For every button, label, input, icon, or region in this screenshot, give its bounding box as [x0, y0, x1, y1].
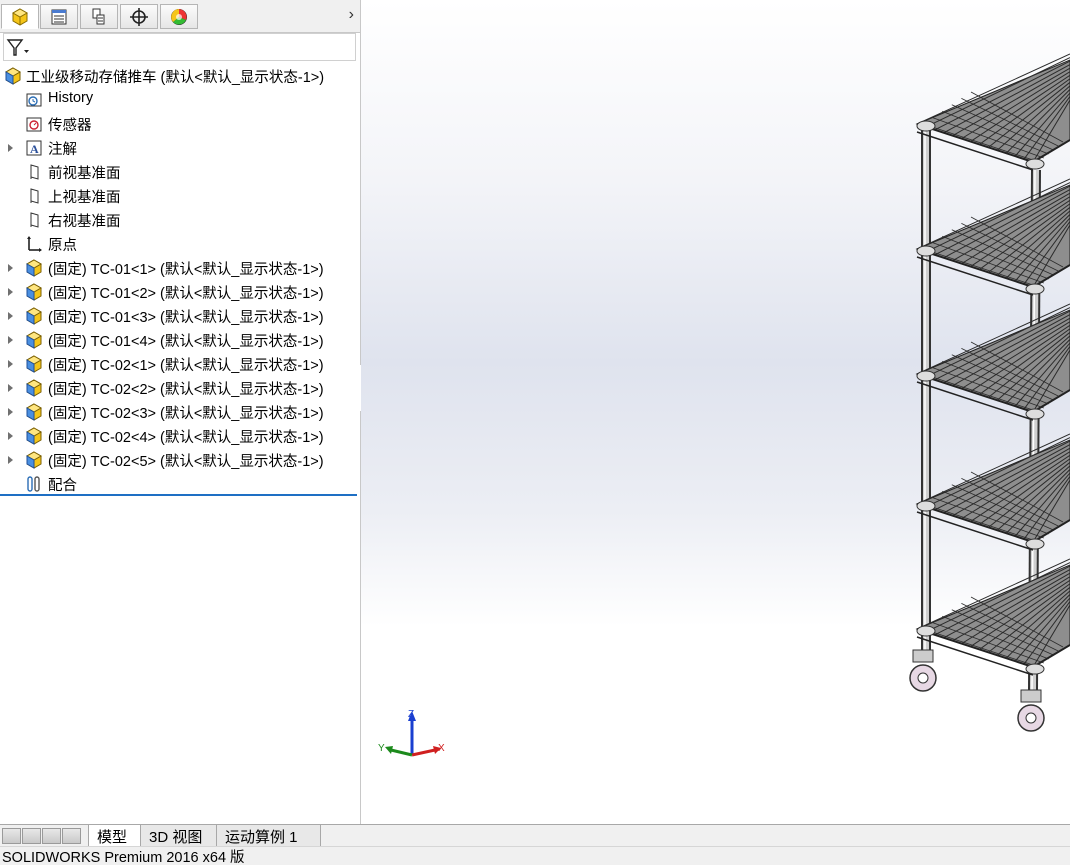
status-bar: SOLIDWORKS Premium 2016 x64 版 [0, 846, 1070, 866]
dimxpert-icon [130, 7, 148, 26]
configurationmanager-icon [92, 8, 105, 24]
cart-3d-model[interactable] [361, 0, 1070, 824]
tree-item-label: (固定) TC-01<3> (默认<默认_显示状态-1>) [48, 310, 324, 326]
origin-icon [27, 236, 42, 252]
tab-dimxpert[interactable] [120, 4, 158, 29]
tree-item-label: (固定) TC-02<5> (默认<默认_显示状态-1>) [48, 454, 324, 470]
tree-filter-input[interactable] [3, 33, 356, 61]
display-manager-icon [171, 8, 187, 25]
tree-root-label: 工业级移动存储推车 (默认<默认_显示状态-1>) [26, 70, 325, 86]
triad-y-label: Y [378, 743, 385, 754]
tree-item[interactable]: 上视基准面 [0, 184, 360, 208]
part-icon [25, 451, 43, 469]
tree-item[interactable]: (固定) TC-02<3> (默认<默认_显示状态-1>) [0, 400, 360, 424]
tree-item[interactable]: 配合 [0, 472, 360, 496]
svg-text:A: A [30, 142, 39, 156]
triad-y-axis-icon [385, 746, 413, 757]
tab-propertymanager[interactable] [40, 4, 78, 29]
featuremanager-icon [11, 7, 29, 26]
tree-item-label: (固定) TC-02<4> (默认<默认_显示状态-1>) [48, 430, 324, 446]
part-icon [25, 283, 43, 301]
tree-item-label: (固定) TC-01<4> (默认<默认_显示状态-1>) [48, 334, 324, 350]
last-tab-button[interactable] [62, 828, 81, 844]
tree-item-label: 原点 [48, 238, 77, 254]
expand-arrow-icon[interactable] [8, 360, 13, 368]
tree-item[interactable]: History [0, 88, 360, 112]
tree-item-label: 前视基准面 [48, 166, 121, 182]
history-icon [26, 93, 42, 107]
tree-rollback-bar[interactable] [0, 494, 357, 496]
part-icon [25, 379, 43, 397]
annotation-icon: A [26, 140, 42, 156]
expand-arrow-icon[interactable] [8, 408, 13, 416]
tab-configurationmanager[interactable] [80, 4, 118, 29]
tab-motion-study-1[interactable]: 运动算例 1 [217, 825, 321, 847]
plane-icon [30, 212, 39, 228]
panel-tab-bar: › [0, 0, 360, 33]
tree-item-label: 注解 [48, 142, 77, 158]
tree-item-label: 配合 [48, 478, 77, 494]
next-tab-button[interactable] [42, 828, 61, 844]
triad-x-axis-icon [411, 746, 441, 757]
tree-item[interactable]: (固定) TC-02<5> (默认<默认_显示状态-1>) [0, 448, 360, 472]
plane-icon [30, 164, 39, 180]
tree-item-label: (固定) TC-02<2> (默认<默认_显示状态-1>) [48, 382, 324, 398]
sensor-icon [26, 117, 42, 132]
part-icon [25, 331, 43, 349]
triad-z-label: Z [408, 709, 414, 720]
tab-3d-view[interactable]: 3D 视图 [141, 825, 217, 847]
mates-icon [27, 476, 40, 492]
tree-item-label: (固定) TC-01<2> (默认<默认_显示状态-1>) [48, 286, 324, 302]
status-text: SOLIDWORKS Premium 2016 x64 版 [2, 849, 245, 866]
tree-item[interactable]: (固定) TC-01<4> (默认<默认_显示状态-1>) [0, 328, 360, 352]
tree-root[interactable]: 工业级移动存储推车 (默认<默认_显示状态-1>) [0, 64, 360, 88]
first-tab-button[interactable] [2, 828, 21, 844]
tree-item[interactable]: 传感器 [0, 112, 360, 136]
tree-item[interactable]: (固定) TC-01<2> (默认<默认_显示状态-1>) [0, 280, 360, 304]
tab-display-manager[interactable] [160, 4, 198, 29]
expand-arrow-icon[interactable] [8, 144, 13, 152]
expand-arrow-icon[interactable] [8, 312, 13, 320]
expand-arrow-icon[interactable] [8, 336, 13, 344]
expand-arrow-icon[interactable] [8, 432, 13, 440]
assembly-icon [4, 67, 22, 85]
prev-tab-button[interactable] [22, 828, 41, 844]
tree-item[interactable]: 原点 [0, 232, 360, 256]
tree-item[interactable]: (固定) TC-02<4> (默认<默认_显示状态-1>) [0, 424, 360, 448]
part-icon [25, 403, 43, 421]
tree-item-label: (固定) TC-02<1> (默认<默认_显示状态-1>) [48, 358, 324, 374]
feature-manager-panel: › 工业级移动存储推车 (默认<默认_显示状态-1>) History 传感器 A 注… [0, 0, 361, 824]
tree-item-label: 右视基准面 [48, 214, 121, 230]
tree-item[interactable]: (固定) TC-01<3> (默认<默认_显示状态-1>) [0, 304, 360, 328]
expand-arrow-icon[interactable] [8, 384, 13, 392]
tab-featuremanager[interactable] [1, 4, 39, 29]
tree-item[interactable]: (固定) TC-02<2> (默认<默认_显示状态-1>) [0, 376, 360, 400]
plane-icon [30, 188, 39, 204]
part-icon [25, 355, 43, 373]
reference-triad: Z X Y [378, 709, 445, 757]
tree-item-label: 传感器 [48, 118, 92, 134]
triad-x-label: X [438, 743, 445, 754]
part-icon [25, 307, 43, 325]
bottom-tab-bar: 模型 3D 视图 运动算例 1 [0, 824, 1070, 847]
part-icon [25, 259, 43, 277]
tree-item-label: (固定) TC-02<3> (默认<默认_显示状态-1>) [48, 406, 324, 422]
tree-item-label: History [48, 90, 94, 106]
tab-model[interactable]: 模型 [88, 825, 141, 847]
tree-item[interactable]: 前视基准面 [0, 160, 360, 184]
tree-item-label: 上视基准面 [48, 190, 121, 206]
expand-arrow-icon[interactable] [8, 264, 13, 272]
tree-item[interactable]: (固定) TC-02<1> (默认<默认_显示状态-1>) [0, 352, 360, 376]
propertymanager-icon [51, 9, 67, 24]
part-icon [25, 427, 43, 445]
tree-item[interactable]: (固定) TC-01<1> (默认<默认_显示状态-1>) [0, 256, 360, 280]
chevron-right-icon[interactable]: › [349, 6, 354, 24]
expand-arrow-icon[interactable] [8, 456, 13, 464]
graphics-viewport[interactable]: Z X Y [361, 0, 1070, 824]
expand-arrow-icon[interactable] [8, 288, 13, 296]
filter-icon[interactable] [6, 38, 30, 58]
tree-item[interactable]: 右视基准面 [0, 208, 360, 232]
tree-item-label: (固定) TC-01<1> (默认<默认_显示状态-1>) [48, 262, 324, 278]
tree-item[interactable]: A 注解 [0, 136, 360, 160]
